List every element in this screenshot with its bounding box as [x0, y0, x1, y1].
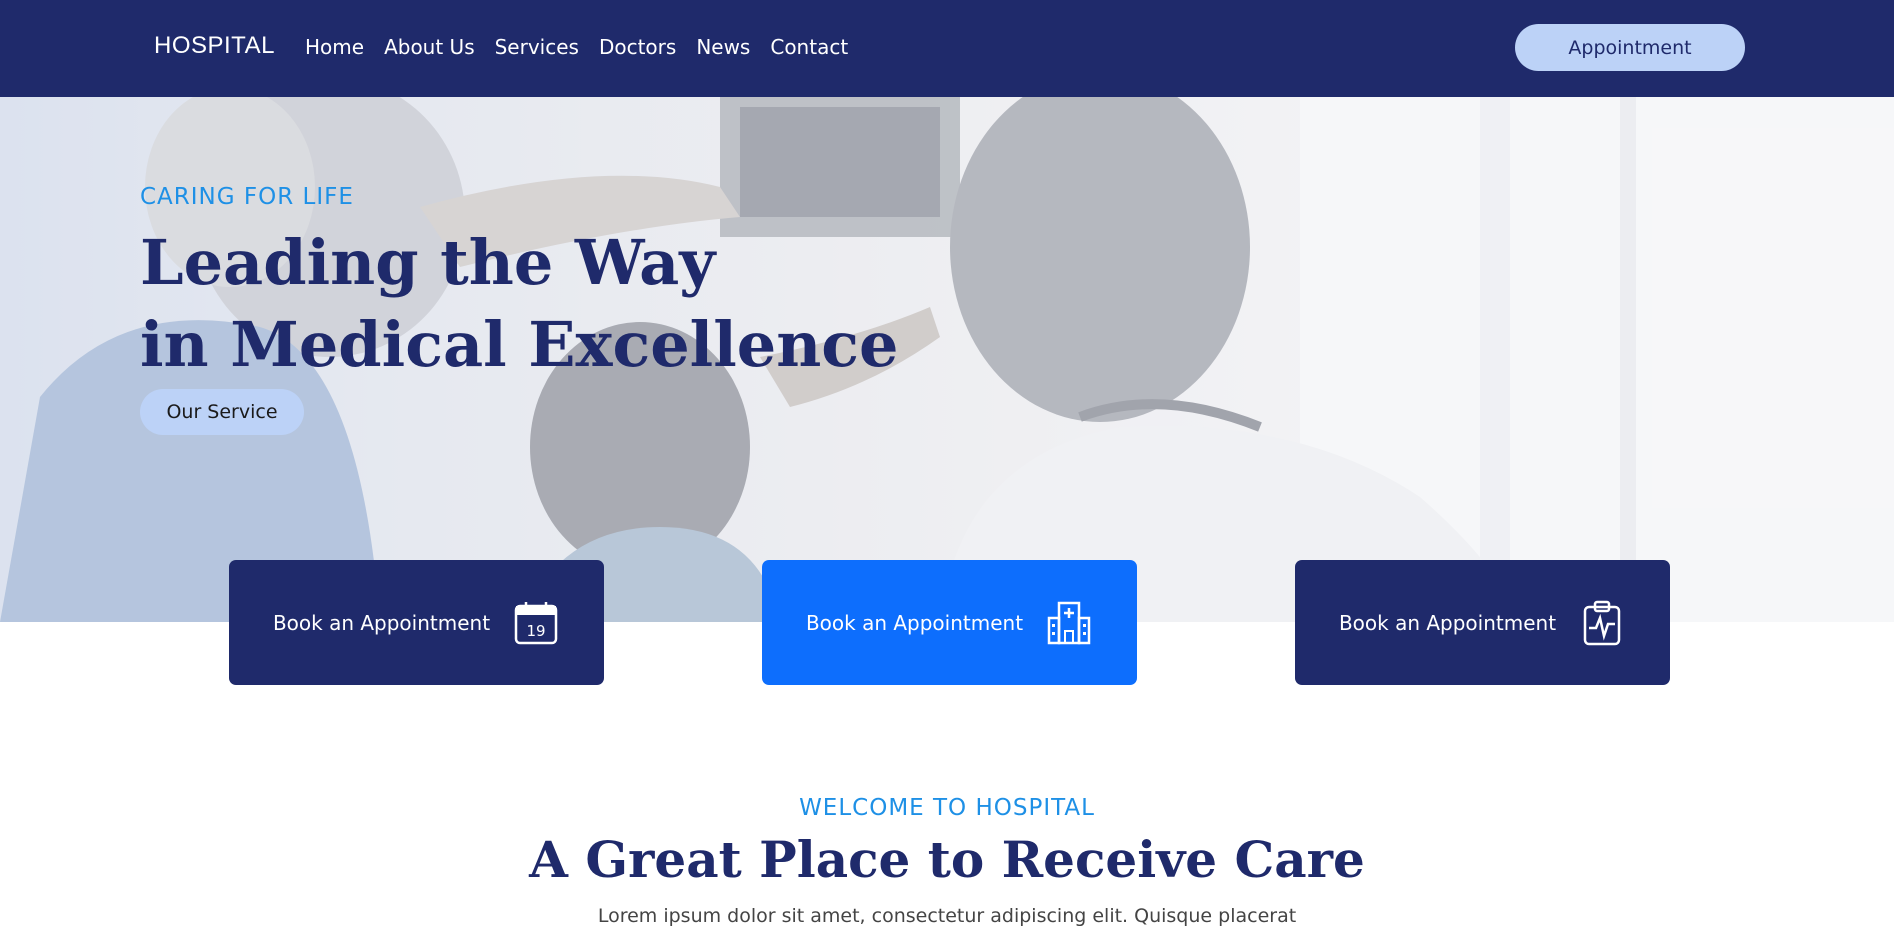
card-label: Book an Appointment [805, 610, 1024, 635]
top-navbar: HOSPITAL Home About Us Services Doctors … [0, 0, 1894, 97]
hero-title-line-2: in Medical Excellence [140, 308, 899, 381]
book-appointment-card-1[interactable]: Book an Appointment 19 [229, 560, 604, 685]
brand-logo-text[interactable]: HOSPITAL [154, 32, 275, 60]
calendar-icon-date: 19 [527, 622, 546, 640]
our-service-button[interactable]: Our Service [140, 389, 304, 435]
nav-links: Home About Us Services Doctors News Cont… [305, 35, 868, 59]
welcome-eyebrow: WELCOME TO HOSPITAL [799, 795, 1095, 821]
nav-link-contact[interactable]: Contact [770, 35, 848, 59]
hero-title: Leading the Way in Medical Excellence [140, 222, 899, 386]
card-label: Book an Appointment [1338, 610, 1557, 635]
book-appointment-card-2[interactable]: Book an Appointment [762, 560, 1137, 685]
appointment-button[interactable]: Appointment [1515, 24, 1745, 71]
nav-link-doctors[interactable]: Doctors [599, 35, 676, 59]
book-appointment-card-3[interactable]: Book an Appointment [1295, 560, 1670, 685]
hero-eyebrow: CARING FOR LIFE [140, 184, 354, 210]
welcome-title: A Great Place to Receive Care [529, 830, 1365, 889]
clipboard-pulse-icon [1578, 599, 1626, 647]
welcome-text: Lorem ipsum dolor sit amet, consectetur … [597, 905, 1297, 927]
nav-link-services[interactable]: Services [495, 35, 579, 59]
calendar-icon: 19 [512, 599, 560, 647]
card-label: Book an Appointment [272, 610, 491, 635]
nav-link-home[interactable]: Home [305, 35, 364, 59]
nav-link-news[interactable]: News [696, 35, 750, 59]
hero-title-line-1: Leading the Way [140, 226, 716, 299]
nav-link-about-us[interactable]: About Us [384, 35, 475, 59]
hospital-icon [1045, 599, 1093, 647]
